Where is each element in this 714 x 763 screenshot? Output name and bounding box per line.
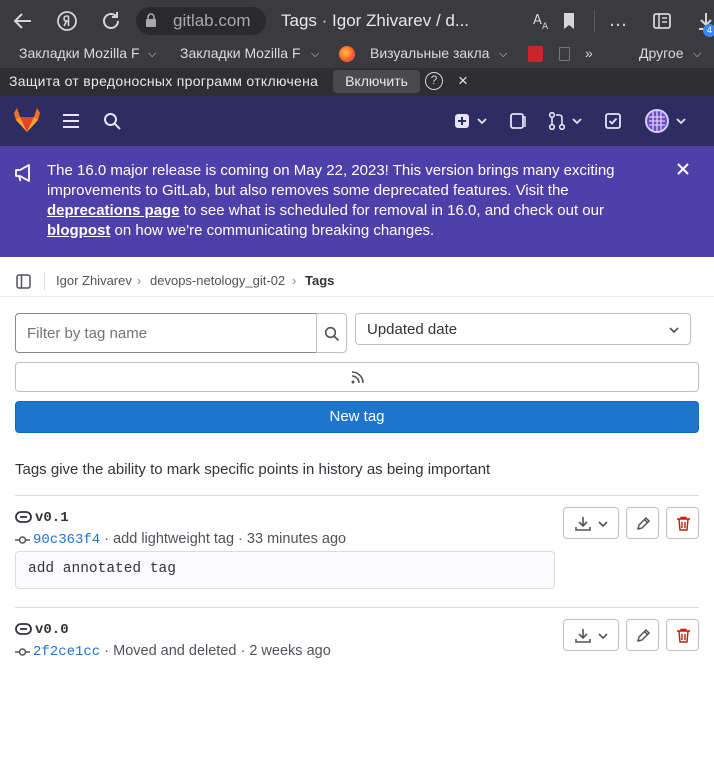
bookmarks-bar: Закладки Mozilla F ⌵ Закладки Mozilla F … [0,42,714,68]
delete-button[interactable] [666,619,699,651]
blogpost-link[interactable]: blogpost [47,222,110,239]
breadcrumb-project[interactable]: devops-netology_git-02 [150,273,285,288]
megaphone-icon [14,164,34,187]
warning-text: Защита от вредоносных программ отключена [9,73,319,89]
filter-field [15,313,317,353]
chevron-down-icon: ⌵ [693,48,702,60]
pencil-icon [636,516,651,531]
rss-feed-button[interactable] [15,362,699,392]
reload-icon[interactable] [99,9,123,33]
commit-message: add lightweight tag [113,531,235,547]
overflow-icon[interactable]: » [585,45,593,61]
chevron-down-icon: ⌵ [311,48,320,60]
commit-icon [15,536,30,544]
translate-icon[interactable]: AA [529,9,553,33]
yandex-icon[interactable] [55,9,79,33]
chevron-down-icon [669,327,679,334]
sort-dropdown[interactable]: Updated date [355,313,691,345]
pencil-icon [636,628,651,643]
security-warning-bar: Защита от вредоносных программ отключена… [0,68,714,96]
download-icon [575,517,608,531]
bookmark-icon[interactable] [557,9,581,33]
download-icon [575,629,608,643]
search-button[interactable] [316,313,347,353]
tags-description: Tags give the ability to mark specific p… [15,461,491,478]
enable-protection-button[interactable]: Включить [333,70,420,93]
trash-icon [677,628,690,643]
search-icon [324,326,340,342]
tag-icon [15,511,32,523]
commit-message: Moved and deleted [113,643,237,659]
commit-icon [15,648,30,656]
search-icon[interactable] [103,112,121,135]
bookmark-folder-3[interactable]: Визуальные закла [370,45,489,61]
close-banner-icon[interactable] [676,162,690,181]
svg-text:A: A [533,13,542,28]
tag-message: add annotated tag [15,551,555,589]
more-icon[interactable]: … [606,9,630,33]
bookmark-folder-1[interactable]: Закладки Mozilla F [19,45,140,61]
chevron-down-icon: ⌵ [148,48,157,60]
gitlab-logo-icon[interactable] [13,107,41,138]
collections-icon[interactable] [650,9,674,33]
release-banner: The 16.0 major release is coming on May … [0,146,714,257]
site-favicon[interactable] [528,46,543,62]
tag-icon [15,623,32,635]
breadcrumb-current: Tags [305,273,335,288]
avatar[interactable] [645,108,689,139]
commit-sha-link[interactable]: 90c363f4 [33,532,100,548]
lock-icon [145,13,157,33]
commit-time: 2 weeks ago [249,643,331,659]
tag-name[interactable]: v0.0 [35,622,69,638]
breadcrumb-separator-icon: › [292,273,297,288]
help-icon[interactable]: ? [425,72,443,90]
browser-toolbar: gitlab.com Tags · Igor Zhivarev / d... A… [0,0,714,42]
breadcrumb: Igor Zhivarev › devops-netology_git-02 ›… [0,266,714,296]
sidebar-toggle-icon[interactable] [16,274,31,292]
downloads-badge: 4 [703,24,714,37]
tag-filter-input[interactable] [27,315,307,351]
address-host: gitlab.com [173,11,251,30]
rss-icon [351,371,364,384]
gitlab-top-nav [0,96,714,146]
merge-requests-icon[interactable] [548,111,584,135]
delete-button[interactable] [666,507,699,539]
bookmark-other[interactable]: Другое [639,45,683,61]
banner-message: The 16.0 major release is coming on May … [47,162,615,239]
commit-time: 33 minutes ago [246,531,347,547]
back-icon[interactable] [11,9,35,33]
commit-info: 90c363f4 · add lightweight tag · 33 minu… [33,531,347,548]
tag-name[interactable]: v0.1 [35,510,69,526]
commit-sha-link[interactable]: 2f2ce1cc [33,644,100,660]
menu-icon[interactable] [62,113,80,134]
chevron-down-icon: ⌵ [499,48,508,60]
close-icon[interactable]: × [458,71,468,91]
breadcrumb-separator-icon: › [137,273,142,288]
bookmark-folder-2[interactable]: Закладки Mozilla F [180,45,301,61]
download-dropdown-button[interactable] [563,619,619,651]
breadcrumb-user[interactable]: Igor Zhivarev [56,273,132,288]
edit-button[interactable] [626,507,659,539]
commit-info: 2f2ce1cc · Moved and deleted · 2 weeks a… [33,643,331,660]
create-new-icon[interactable] [454,113,488,134]
edit-button[interactable] [626,619,659,651]
todos-icon[interactable] [604,112,622,135]
svg-text:A: A [542,22,549,32]
firefox-icon [339,46,355,62]
new-tag-button[interactable]: New tag [15,401,699,433]
tab-title: Tags · Igor Zhivarev / d... [281,11,470,30]
page-icon[interactable] [559,47,570,61]
sort-value: Updated date [367,321,458,338]
deprecations-link[interactable]: deprecations page [47,202,180,219]
issues-icon[interactable] [509,112,527,135]
trash-icon [677,516,690,531]
download-dropdown-button[interactable] [563,507,619,539]
